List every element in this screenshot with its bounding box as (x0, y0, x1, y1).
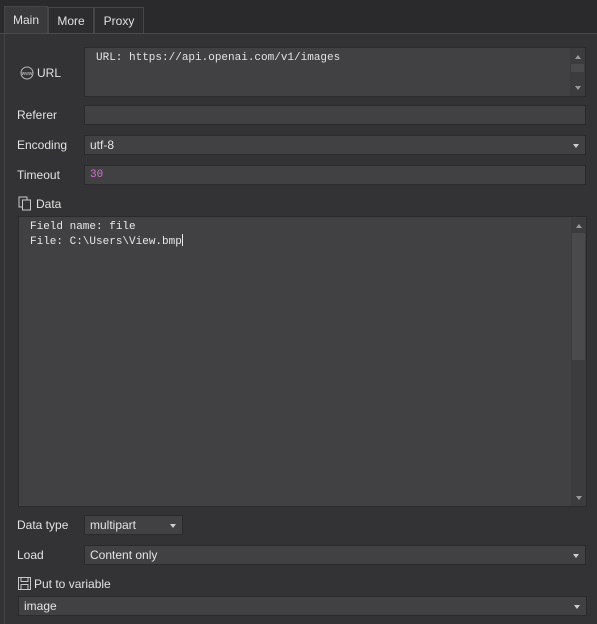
www-icon: www (20, 66, 34, 80)
timeout-value: 30 (90, 169, 104, 181)
data-line-2: File: C:\Users\View.bmp (30, 236, 182, 248)
put-to-variable-label: Put to variable (34, 577, 111, 591)
encoding-select[interactable]: utf-8 (84, 135, 586, 155)
variable-select[interactable]: image (18, 596, 587, 616)
chevron-down-icon (574, 605, 580, 609)
data-label: Data (36, 197, 62, 211)
variable-value: image (24, 599, 57, 613)
scroll-down-icon[interactable] (575, 86, 581, 90)
load-select[interactable]: Content only (84, 545, 586, 565)
text-cursor (181, 234, 183, 246)
tab-proxy[interactable]: Proxy (94, 7, 144, 33)
load-label: Load (17, 548, 44, 562)
data-line-1: Field name: file (30, 221, 136, 233)
tab-main-label: Main (12, 13, 39, 27)
chevron-down-icon (573, 144, 579, 148)
url-label: URL (37, 66, 62, 80)
save-icon (18, 577, 31, 590)
tab-proxy-label: Proxy (103, 14, 135, 28)
tab-more-label: More (57, 14, 85, 28)
data-type-select[interactable]: multipart (84, 515, 183, 535)
chevron-down-icon (573, 554, 579, 558)
chevron-down-icon (170, 524, 176, 528)
timeout-input[interactable]: 30 (84, 165, 586, 185)
scroll-thumb[interactable] (572, 233, 585, 360)
referer-input[interactable] (84, 105, 586, 125)
data-textarea[interactable]: Field name: file File: C:\Users\View.bmp (18, 216, 587, 507)
encoding-value: utf-8 (90, 138, 115, 152)
timeout-label: Timeout (17, 168, 60, 182)
svg-text:www: www (22, 71, 33, 77)
encoding-label: Encoding (17, 138, 68, 152)
load-value: Content only (90, 548, 158, 562)
data-text: Field name: file File: C:\Users\View.bmp (30, 220, 183, 249)
url-textarea[interactable]: URL: https://api.openai.com/v1/images (84, 47, 586, 97)
scroll-up-icon[interactable] (576, 224, 582, 228)
tab-more[interactable]: More (48, 7, 94, 33)
url-scrollbar[interactable] (570, 48, 585, 96)
data-type-label: Data type (17, 518, 69, 532)
data-scrollbar[interactable] (571, 217, 586, 506)
scroll-up-icon[interactable] (575, 55, 581, 59)
scroll-thumb[interactable] (571, 64, 584, 72)
referer-label: Referer (17, 108, 58, 122)
scroll-down-icon[interactable] (576, 496, 582, 500)
copy-icon (18, 196, 31, 211)
data-type-value: multipart (90, 518, 137, 532)
tab-main[interactable]: Main (4, 6, 48, 34)
url-value: URL: https://api.openai.com/v1/images (96, 52, 341, 64)
